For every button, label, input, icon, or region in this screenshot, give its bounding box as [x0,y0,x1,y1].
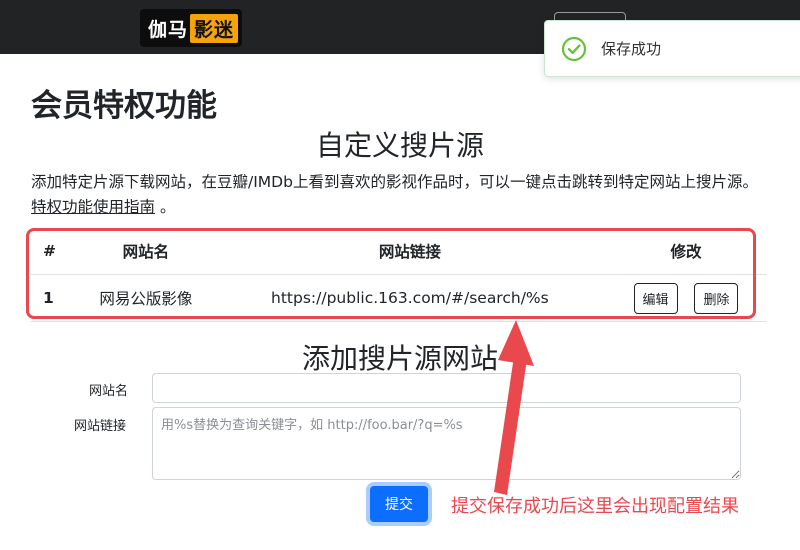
header-site-url: 网站链接 [214,228,606,275]
description: 添加特定片源下载网站，在豆瓣/IMDb上看到喜欢的影视作品时，可以一键点击跳转到… [31,170,771,220]
header-actions: 修改 [605,228,767,275]
submit-button[interactable]: 提交 [370,486,428,522]
description-text: 添加特定片源下载网站，在豆瓣/IMDb上看到喜欢的影视作品时，可以一键点击跳转到… [31,173,758,191]
row-site-name: 网易公版影像 [76,274,215,322]
row-index: 1 [31,274,77,322]
section-title: 自定义搜片源 [315,129,484,162]
table-row: 1 网易公版影像 https://public.163.com/#/search… [31,274,767,322]
annotation-arrow-icon [494,320,534,495]
toast-message: 保存成功 [601,40,662,58]
guide-link[interactable]: 特权功能使用指南 [31,198,155,216]
form-title: 添加搜片源网站 [301,342,498,375]
row-site-url: https://public.163.com/#/search/%s [214,274,606,322]
annotation-text: 提交保存成功后这里会出现配置结果 [451,496,739,517]
success-toast: 保存成功 [544,20,800,77]
site-url-label: 网站链接 [74,419,127,434]
row-actions: 编辑 删除 [605,274,767,322]
source-table: # 网站名 网站链接 修改 1 网易公版影像 https://public.16… [31,228,767,322]
table-header-row: # 网站名 网站链接 修改 [31,228,767,275]
site-logo[interactable]: 伽马 影迷 [140,9,242,47]
edit-button[interactable]: 编辑 [633,282,678,314]
delete-button[interactable]: 删除 [694,282,739,314]
site-name-input[interactable] [152,373,741,403]
check-circle-icon [561,36,587,61]
site-name-label: 网站名 [89,384,129,399]
logo-text-accent: 影迷 [190,13,239,43]
description-suffix: 。 [159,198,176,216]
site-url-input[interactable] [152,407,741,480]
logo-text-main: 伽马 [148,18,189,41]
header-index: # [31,228,77,275]
header-site-name: 网站名 [76,228,215,275]
page-title: 会员特权功能 [31,88,217,124]
